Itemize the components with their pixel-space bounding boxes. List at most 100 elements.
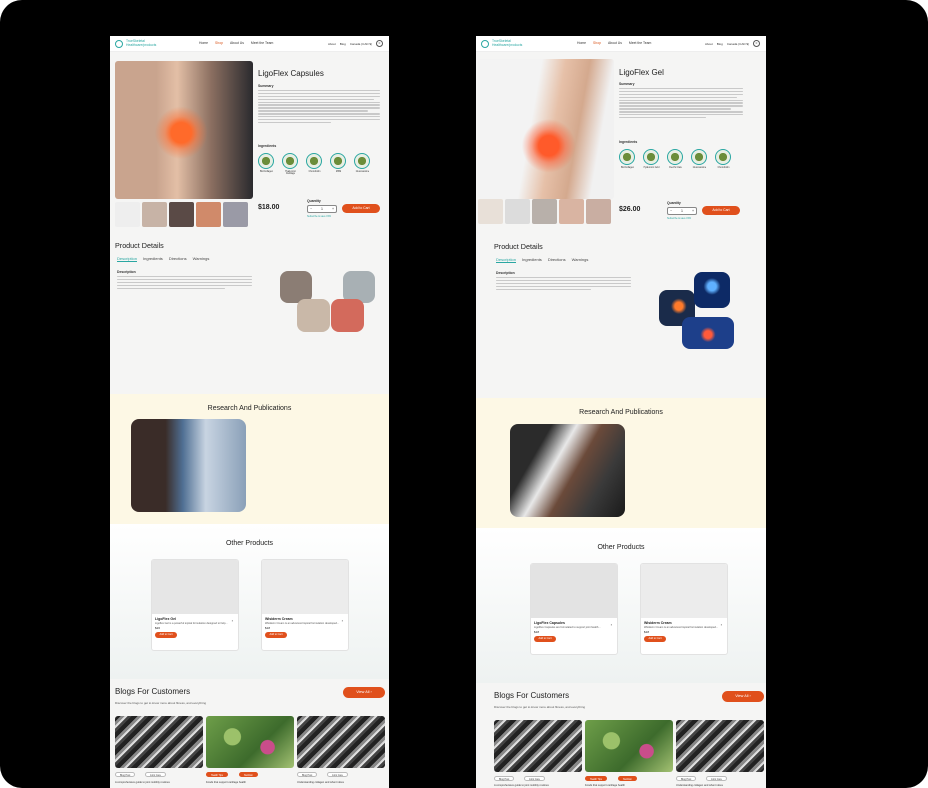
arrow-icon[interactable]: › <box>721 622 722 627</box>
description-label: Description <box>117 270 136 274</box>
blog-title[interactable]: Understanding collagen and what it does <box>297 781 383 784</box>
view-all-button[interactable]: View All › <box>722 691 764 702</box>
summary-label: Summary <box>258 84 274 88</box>
nav-blog[interactable]: Blog <box>717 42 723 46</box>
blog-tag[interactable]: Blog Post <box>494 776 515 781</box>
blog-tag[interactable]: Joint Care <box>327 772 348 777</box>
tab-warnings[interactable]: Warnings <box>572 257 589 263</box>
add-to-cart-button[interactable]: Add to Cart <box>534 636 556 643</box>
blog-tag[interactable]: Blog Post <box>297 772 318 777</box>
blog-tag[interactable]: Joint Care <box>145 772 166 777</box>
blog-tag[interactable]: Blog Post <box>115 772 136 777</box>
logo[interactable]: TrueSkeletal Healthcare/products <box>481 38 523 48</box>
thumbnail[interactable] <box>559 199 584 224</box>
ingredient-image <box>667 149 683 165</box>
nav-blog[interactable]: Blog <box>340 42 346 46</box>
blog-image[interactable] <box>206 716 294 768</box>
blog-title[interactable]: Foods that support cartilage health <box>585 784 671 787</box>
nav-home[interactable]: Home <box>577 41 586 45</box>
thumbnail[interactable] <box>532 199 557 224</box>
product-card[interactable]: Wisiderm Cream Wisiderm Cream is an adva… <box>640 563 728 655</box>
product-name: LigoFlex Gel <box>155 617 177 621</box>
nav-home[interactable]: Home <box>199 41 208 45</box>
blog-tag[interactable]: Joint Care <box>524 776 545 781</box>
increment-button[interactable]: + <box>692 209 694 213</box>
add-to-cart-button[interactable]: Add to Cart <box>342 204 380 213</box>
view-all-button[interactable]: View All › <box>343 687 385 698</box>
thumbnail[interactable] <box>223 202 248 227</box>
thumbnail[interactable] <box>505 199 530 224</box>
nav-shop[interactable]: Shop <box>215 41 223 45</box>
add-to-cart-button[interactable]: Add to Cart <box>265 632 287 639</box>
thumbnail[interactable] <box>169 202 194 227</box>
summary-text <box>258 90 380 125</box>
blog-image[interactable] <box>115 716 203 768</box>
tab-directions[interactable]: Directions <box>548 257 566 263</box>
blog-tag[interactable]: Blog Post <box>676 776 697 781</box>
thumbnail[interactable] <box>142 202 167 227</box>
thumbnail[interactable] <box>586 199 611 224</box>
quantity-stepper[interactable]: − 1 + <box>667 207 697 215</box>
blog-image[interactable] <box>676 720 764 772</box>
arrow-icon[interactable]: › <box>611 622 612 627</box>
add-to-cart-button[interactable]: Add to Cart <box>644 636 666 643</box>
canvas: TrueSkeletal Healthcare/products Home Sh… <box>0 0 928 788</box>
currency-select[interactable]: Canada (CAD $) <box>727 42 749 46</box>
other-products-section: Other Products LigoFlex Capsules LigoFle… <box>476 528 766 683</box>
product-price: $18 <box>534 630 540 635</box>
thumbnail[interactable] <box>478 199 503 224</box>
cart-icon[interactable]: 0 <box>753 40 760 47</box>
arrow-icon[interactable]: › <box>232 618 233 623</box>
increment-button[interactable]: + <box>332 207 334 211</box>
thumbnail[interactable] <box>115 202 140 227</box>
cart-icon[interactable]: 0 <box>376 40 383 47</box>
blog-image[interactable] <box>585 720 673 772</box>
blog-tag[interactable]: Health Tips <box>585 776 607 781</box>
blog-tag[interactable]: Joint Care <box>706 776 727 781</box>
product-card[interactable]: Wisiderm Cream Wisiderm Cream is an adva… <box>261 559 349 651</box>
nav-shop[interactable]: Shop <box>593 41 601 45</box>
decrement-button[interactable]: − <box>670 209 672 213</box>
ingredient: Hyaluronic Acid <box>643 149 660 169</box>
subscribe-note[interactable]: Subscribe & save 15% <box>667 217 691 220</box>
nav-team[interactable]: Meet the Team <box>251 41 273 45</box>
currency-select[interactable]: Canada (CAD $) <box>350 42 372 46</box>
logo[interactable]: TrueSkeletal Healthcare/products <box>115 39 156 48</box>
blog-tag[interactable]: Nutrition <box>618 776 637 781</box>
blog-tag[interactable]: Nutrition <box>239 772 258 777</box>
tab-warnings[interactable]: Warnings <box>193 256 210 262</box>
tab-ingredients[interactable]: Ingredients <box>143 256 163 262</box>
blog-title[interactable]: A comprehensive guide to joint mobility … <box>494 784 580 787</box>
blog-image[interactable] <box>297 716 385 768</box>
tab-ingredients[interactable]: Ingredients <box>522 257 542 263</box>
blog-image[interactable] <box>494 720 582 772</box>
nav-about-small[interactable]: About <box>328 42 336 46</box>
ingredient: Chondroitin <box>306 153 323 175</box>
thumbnail[interactable] <box>196 202 221 227</box>
arrow-icon[interactable]: › <box>342 618 343 623</box>
product-price: $18 <box>644 630 650 635</box>
other-products-title: Other Products <box>225 540 274 547</box>
add-to-cart-button[interactable]: Add to Cart <box>155 632 177 639</box>
nav-about[interactable]: About Us <box>608 41 622 45</box>
blogs-title: Blogs For Customers <box>494 691 570 700</box>
brand-name: TrueSkeletal Healthcare/products <box>492 38 523 47</box>
subscribe-note[interactable]: Subscribe & save 15% <box>307 215 331 218</box>
add-to-cart-button[interactable]: Add to Cart <box>702 206 740 215</box>
blog-tag[interactable]: Health Tips <box>206 772 228 777</box>
ingredient: Glucosamine <box>691 149 708 169</box>
description-label: Description <box>496 271 515 275</box>
blog-title[interactable]: Foods that support cartilage health <box>206 781 292 784</box>
product-card[interactable]: LigoFlex Gel Ligoflex Gel is a powerful … <box>151 559 239 651</box>
decrement-button[interactable]: − <box>310 207 312 211</box>
quantity-stepper[interactable]: − 1 + <box>307 205 337 213</box>
tab-description[interactable]: Description <box>117 256 138 262</box>
product-card[interactable]: LigoFlex Capsules LigoFlex Capsules are … <box>530 563 618 655</box>
nav-about-small[interactable]: About <box>705 42 713 46</box>
blog-title[interactable]: A comprehensive guide to joint mobility … <box>115 781 201 784</box>
tab-description[interactable]: Description <box>496 257 517 263</box>
nav-about[interactable]: About Us <box>230 41 244 45</box>
nav-team[interactable]: Meet the Team <box>629 41 651 45</box>
blog-title[interactable]: Understanding collagen and what it does <box>676 784 762 787</box>
tab-directions[interactable]: Directions <box>169 256 187 262</box>
